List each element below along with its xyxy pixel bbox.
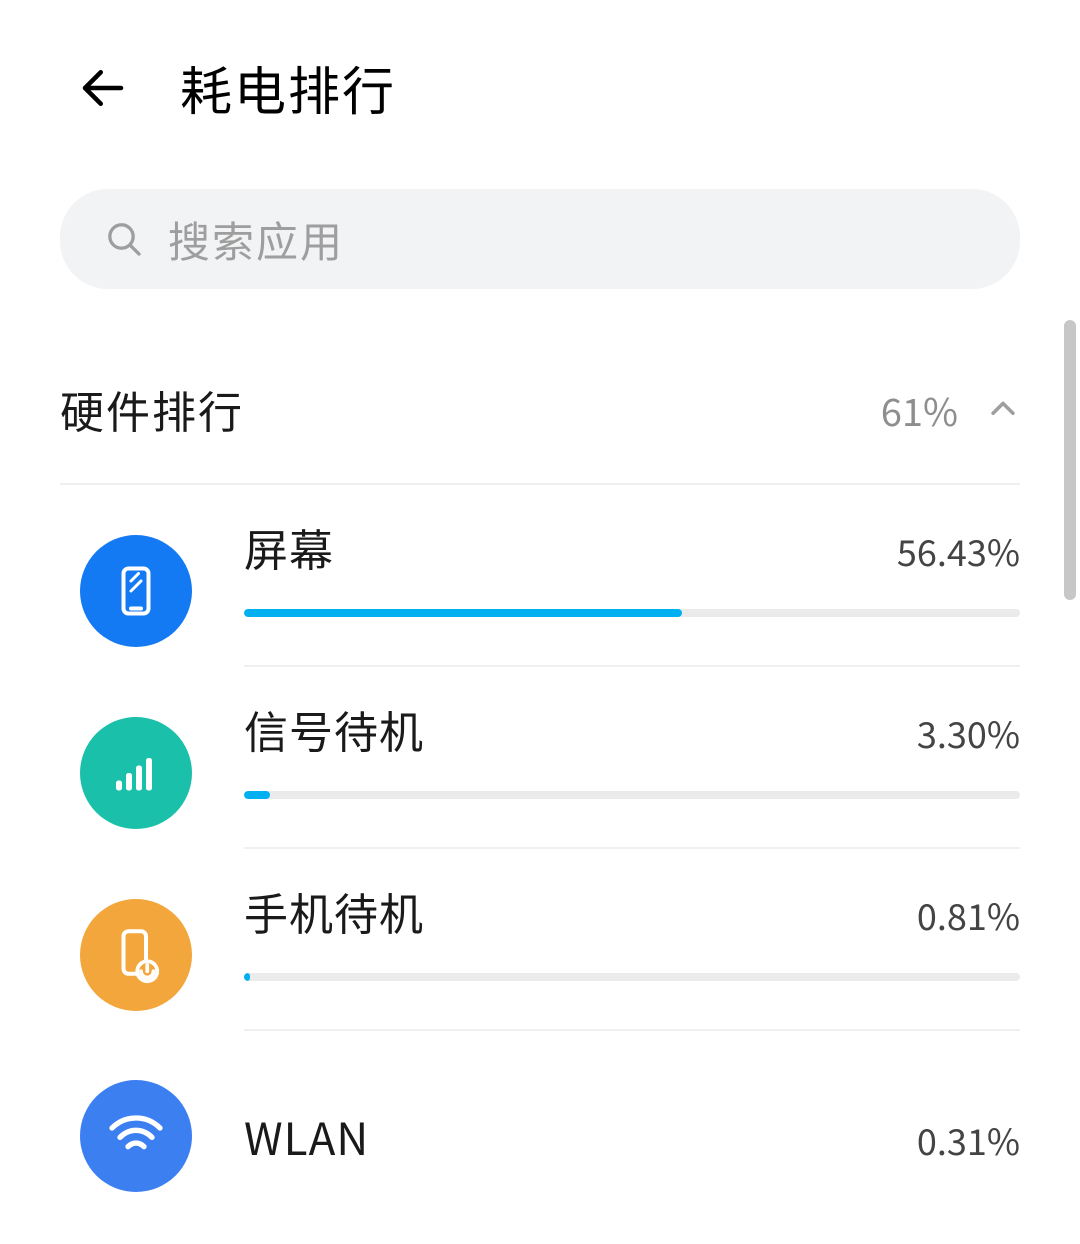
list-item-phone-standby[interactable]: 手机待机 0.81% [60,849,1020,1031]
wifi-icon [80,1080,192,1192]
progress-fill [244,973,250,981]
item-name: 屏幕 [244,515,334,579]
list-item-wlan[interactable]: WLAN 0.31% [60,1031,1020,1211]
section-percent: 61% [881,382,958,437]
search-input[interactable]: 搜索应用 [60,189,1020,289]
progress-fill [244,791,270,799]
page-title: 耗电排行 [180,50,396,125]
progress-track [244,791,1020,799]
search-container: 搜索应用 [0,189,1080,289]
search-placeholder: 搜索应用 [168,209,344,270]
signal-icon [80,717,192,829]
item-name: 手机待机 [244,879,424,943]
item-percent: 0.31% [917,1114,1020,1166]
progress-track [244,973,1020,981]
chevron-up-icon [986,392,1020,426]
section-title: 硬件排行 [60,377,244,441]
hardware-list: 屏幕 56.43% 信号待机 3.30% [0,485,1080,1211]
scrollbar[interactable] [1064,320,1076,600]
phone-icon [80,535,192,647]
section-header[interactable]: 硬件排行 61% [0,377,1080,441]
app-header: 耗电排行 [0,0,1080,165]
progress-track [244,609,1020,617]
item-percent: 3.30% [917,707,1020,759]
item-percent: 0.81% [917,889,1020,941]
search-icon [104,219,144,259]
item-name: WLAN [244,1104,369,1168]
phone-standby-icon [80,899,192,1011]
item-percent: 56.43% [897,525,1020,577]
list-item-signal[interactable]: 信号待机 3.30% [60,667,1020,849]
list-item-screen[interactable]: 屏幕 56.43% [60,485,1020,667]
back-button[interactable] [76,61,130,115]
progress-fill [244,609,682,617]
item-name: 信号待机 [244,697,424,761]
arrow-left-icon [76,61,130,115]
section-summary: 61% [881,382,1020,437]
